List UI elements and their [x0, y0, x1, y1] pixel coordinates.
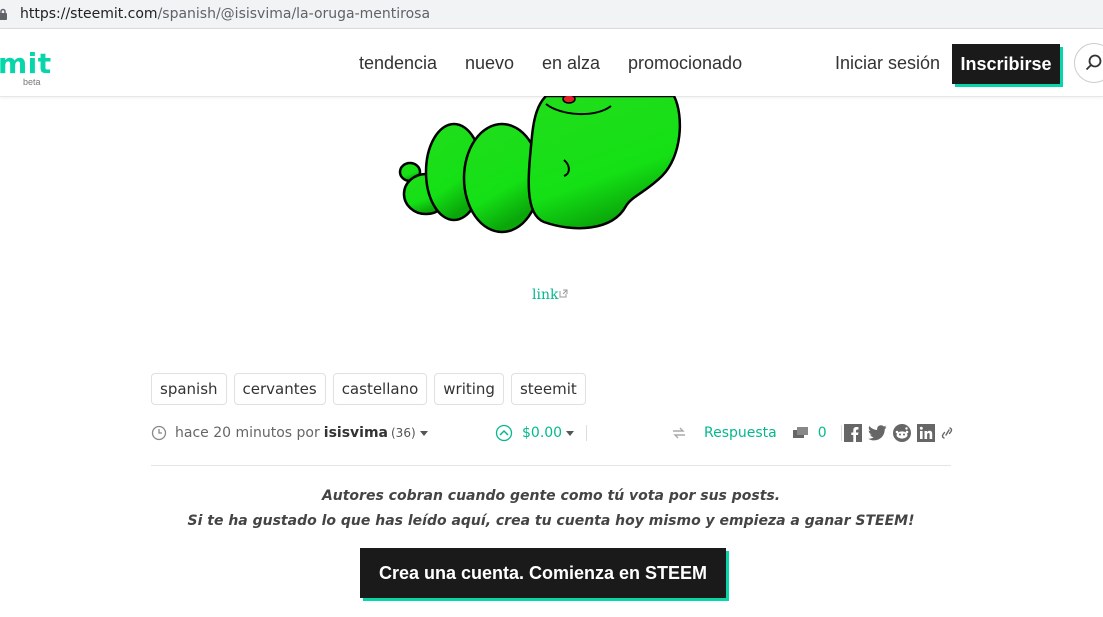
search-button[interactable] — [1074, 43, 1103, 83]
post-time[interactable]: hace 20 minutos por — [175, 425, 320, 441]
nav-nuevo[interactable]: nuevo — [465, 53, 514, 74]
source-link-label: link — [532, 287, 559, 303]
source-link[interactable]: link — [532, 286, 568, 303]
share-icons — [844, 422, 953, 444]
tag-cervantes[interactable]: cervantes — [233, 373, 326, 405]
signup-cta-text: Autores cobran cuando gente como tú vota… — [151, 484, 951, 534]
tag-castellano[interactable]: castellano — [332, 373, 428, 405]
url-text[interactable]: https://steemit.com/spanish/@isisvima/la… — [20, 6, 430, 22]
payout-value[interactable]: $0.00 — [522, 425, 562, 441]
twitter-icon[interactable] — [868, 425, 887, 441]
signup-button[interactable]: Inscribirse — [952, 44, 1060, 84]
reply-link[interactable]: Respuesta — [704, 425, 777, 441]
nav-en-alza[interactable]: en alza — [542, 53, 600, 74]
payout-dropdown-icon[interactable] — [566, 430, 575, 436]
author-reputation: (36) — [391, 426, 416, 440]
url-host: https://steemit.com — [20, 6, 158, 22]
reddit-icon[interactable] — [893, 424, 911, 442]
site-header: mit beta tendencia nuevo en alza promoci… — [0, 29, 1103, 97]
reply-area: Respuesta 0 — [671, 422, 842, 444]
cta-line-2: Si te ha gustado lo que has leído aquí, … — [187, 513, 915, 529]
lock-icon — [0, 0, 16, 28]
create-account-button[interactable]: Crea una cuenta. Comienza en STEEM — [360, 548, 726, 598]
url-path: /spanish/@isisvima/la-oruga-mentirosa — [157, 6, 431, 22]
post-author-info: hace 20 minutos por isisvima (36) — [151, 422, 428, 444]
nav-promocionado[interactable]: promocionado — [628, 53, 742, 74]
resteem-icon[interactable] — [671, 426, 687, 440]
facebook-icon[interactable] — [844, 424, 862, 442]
logo-beta-badge: beta — [23, 77, 41, 87]
tag-list: spanish cervantes castellano writing ste… — [151, 373, 586, 405]
vote-divider — [586, 425, 588, 441]
search-icon — [1085, 54, 1102, 71]
nav-tendencia[interactable]: tendencia — [359, 53, 437, 74]
steemit-logo[interactable]: mit — [0, 47, 52, 80]
login-link[interactable]: Iniciar sesión — [835, 53, 940, 74]
cta-line-1: Autores cobran cuando gente como tú vota… — [321, 488, 781, 504]
clock-icon — [151, 425, 167, 441]
meta-divider — [151, 465, 951, 466]
upvote-icon[interactable] — [495, 424, 513, 442]
tag-steemit[interactable]: steemit — [510, 373, 586, 405]
browser-url-bar[interactable]: https://steemit.com/spanish/@isisvima/la… — [0, 0, 1103, 29]
tag-spanish[interactable]: spanish — [151, 373, 227, 405]
tag-writing[interactable]: writing — [434, 373, 504, 405]
green-caterpillar-image — [398, 96, 682, 234]
post-meta-row: hace 20 minutos por isisvima (36) $0.00 … — [151, 422, 953, 444]
linkedin-icon[interactable] — [917, 424, 935, 442]
external-link-icon — [559, 286, 568, 302]
copy-link-icon[interactable] — [941, 426, 953, 440]
author-link[interactable]: isisvima — [324, 425, 388, 441]
comment-count[interactable]: 0 — [818, 425, 827, 441]
reply-divider — [840, 425, 842, 441]
comments-icon[interactable] — [792, 426, 810, 440]
vote-area: $0.00 — [495, 422, 588, 444]
author-dropdown-icon[interactable] — [419, 430, 428, 436]
